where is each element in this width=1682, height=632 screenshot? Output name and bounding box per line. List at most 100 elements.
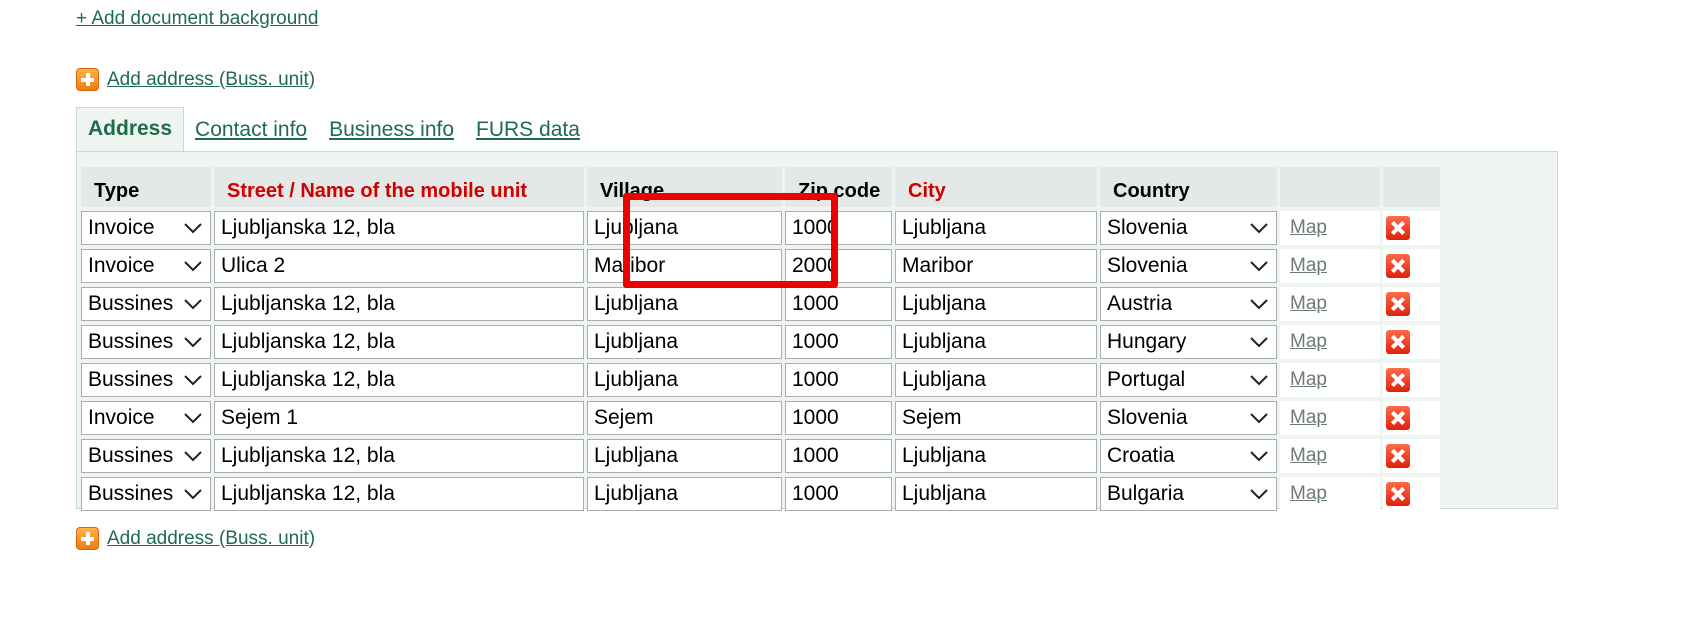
- tab-link[interactable]: Contact info: [195, 118, 307, 141]
- city-input[interactable]: Maribor: [895, 249, 1097, 283]
- type-select[interactable]: Invoice: [81, 249, 211, 283]
- type-select[interactable]: Bussines: [81, 287, 211, 321]
- map-link[interactable]: Map: [1290, 445, 1327, 466]
- street-input[interactable]: Ljubljanska 12, bla: [214, 439, 584, 473]
- street-input[interactable]: Ulica 2: [214, 249, 584, 283]
- country-value: Slovenia: [1107, 216, 1188, 239]
- delete-icon[interactable]: [1386, 292, 1410, 316]
- delete-icon[interactable]: [1386, 368, 1410, 392]
- table-row: Invoice Ljubljanska 12, bla Ljubljana 1000 L…: [81, 211, 1440, 245]
- type-value: Invoice: [88, 406, 155, 429]
- street-input[interactable]: Ljubljanska 12, bla: [214, 477, 584, 511]
- add-address-link[interactable]: Add address (Buss. unit): [107, 69, 315, 91]
- tab-link[interactable]: Business info: [329, 118, 454, 141]
- chevron-down-icon: [1250, 223, 1268, 234]
- city-input[interactable]: Ljubljana: [895, 287, 1097, 321]
- chevron-down-icon: [184, 375, 202, 386]
- street-input[interactable]: Ljubljanska 12, bla: [214, 325, 584, 359]
- type-select[interactable]: Bussines: [81, 477, 211, 511]
- tab-business-info[interactable]: Business info: [318, 110, 465, 150]
- country-select[interactable]: Croatia: [1100, 439, 1277, 473]
- map-link[interactable]: Map: [1290, 255, 1327, 276]
- table-row: Invoice Ulica 2 Maribor 2000 Maribor Slovenia…: [81, 249, 1440, 283]
- village-input[interactable]: Ljubljana: [587, 477, 782, 511]
- map-link[interactable]: Map: [1290, 369, 1327, 390]
- chevron-down-icon: [184, 413, 202, 424]
- tab-contact-info[interactable]: Contact info: [184, 110, 318, 150]
- tab-address[interactable]: Address: [76, 107, 185, 151]
- add-document-background-link[interactable]: + Add document background: [76, 8, 318, 30]
- village-input[interactable]: Maribor: [587, 249, 782, 283]
- street-input[interactable]: Ljubljanska 12, bla: [214, 211, 584, 245]
- chevron-down-icon: [184, 223, 202, 234]
- tab-furs-data[interactable]: FURS data: [465, 110, 591, 150]
- address-panel: Type Street / Name of the mobile unit Vi…: [76, 151, 1558, 511]
- chevron-down-icon: [1250, 375, 1268, 386]
- street-input[interactable]: Sejem 1: [214, 401, 584, 435]
- zip-input[interactable]: 1000: [785, 401, 892, 435]
- add-address-top[interactable]: Add address (Buss. unit): [76, 68, 315, 91]
- country-select[interactable]: Portugal: [1100, 363, 1277, 397]
- chevron-down-icon: [1250, 337, 1268, 348]
- city-input[interactable]: Ljubljana: [895, 325, 1097, 359]
- type-select[interactable]: Bussines: [81, 325, 211, 359]
- village-input[interactable]: Ljubljana: [587, 325, 782, 359]
- city-input[interactable]: Ljubljana: [895, 477, 1097, 511]
- delete-icon[interactable]: [1386, 330, 1410, 354]
- city-input[interactable]: Sejem: [895, 401, 1097, 435]
- plus-icon[interactable]: [76, 527, 99, 550]
- map-link[interactable]: Map: [1290, 293, 1327, 314]
- column-header-street: Street / Name of the mobile unit: [214, 167, 584, 207]
- chevron-down-icon: [184, 337, 202, 348]
- type-select[interactable]: Bussines: [81, 363, 211, 397]
- village-input[interactable]: Ljubljana: [587, 363, 782, 397]
- village-input[interactable]: Sejem: [587, 401, 782, 435]
- city-input[interactable]: Ljubljana: [895, 363, 1097, 397]
- country-value: Austria: [1107, 292, 1173, 315]
- country-select[interactable]: Slovenia: [1100, 401, 1277, 435]
- zip-input[interactable]: 1000: [785, 477, 892, 511]
- city-input[interactable]: Ljubljana: [895, 211, 1097, 245]
- village-input[interactable]: Ljubljana: [587, 211, 782, 245]
- country-select[interactable]: Slovenia: [1100, 211, 1277, 245]
- village-input[interactable]: Ljubljana: [587, 439, 782, 473]
- map-link[interactable]: Map: [1290, 407, 1327, 428]
- village-input[interactable]: Ljubljana: [587, 287, 782, 321]
- city-input[interactable]: Ljubljana: [895, 439, 1097, 473]
- map-link[interactable]: Map: [1290, 483, 1327, 504]
- map-link[interactable]: Map: [1290, 217, 1327, 238]
- zip-input[interactable]: 1000: [785, 287, 892, 321]
- zip-input[interactable]: 1000: [785, 439, 892, 473]
- map-link[interactable]: Map: [1290, 331, 1327, 352]
- tab-link[interactable]: FURS data: [476, 118, 580, 141]
- chevron-down-icon: [1250, 299, 1268, 310]
- zip-input[interactable]: 1000: [785, 363, 892, 397]
- country-select[interactable]: Bulgaria: [1100, 477, 1277, 511]
- chevron-down-icon: [184, 451, 202, 462]
- delete-icon[interactable]: [1386, 444, 1410, 468]
- zip-input[interactable]: 2000: [785, 249, 892, 283]
- type-select[interactable]: Invoice: [81, 401, 211, 435]
- zip-input[interactable]: 1000: [785, 211, 892, 245]
- delete-icon[interactable]: [1386, 254, 1410, 278]
- delete-icon[interactable]: [1386, 406, 1410, 430]
- type-select[interactable]: Invoice: [81, 211, 211, 245]
- type-select[interactable]: Bussines: [81, 439, 211, 473]
- delete-icon[interactable]: [1386, 482, 1410, 506]
- plus-icon[interactable]: [76, 68, 99, 91]
- street-input[interactable]: Ljubljanska 12, bla: [214, 363, 584, 397]
- chevron-down-icon: [1250, 413, 1268, 424]
- country-value: Slovenia: [1107, 254, 1188, 277]
- zip-input[interactable]: 1000: [785, 325, 892, 359]
- column-header-village: Village: [587, 167, 782, 207]
- chevron-down-icon: [1250, 261, 1268, 272]
- delete-icon[interactable]: [1386, 216, 1410, 240]
- country-select[interactable]: Slovenia: [1100, 249, 1277, 283]
- add-address-link[interactable]: Add address (Buss. unit): [107, 528, 315, 550]
- tab-bar: Address Contact info Business info FURS dat…: [76, 106, 591, 151]
- add-address-bottom[interactable]: Add address (Buss. unit): [76, 527, 315, 550]
- country-select[interactable]: Hungary: [1100, 325, 1277, 359]
- street-input[interactable]: Ljubljanska 12, bla: [214, 287, 584, 321]
- country-select[interactable]: Austria: [1100, 287, 1277, 321]
- chevron-down-icon: [184, 299, 202, 310]
